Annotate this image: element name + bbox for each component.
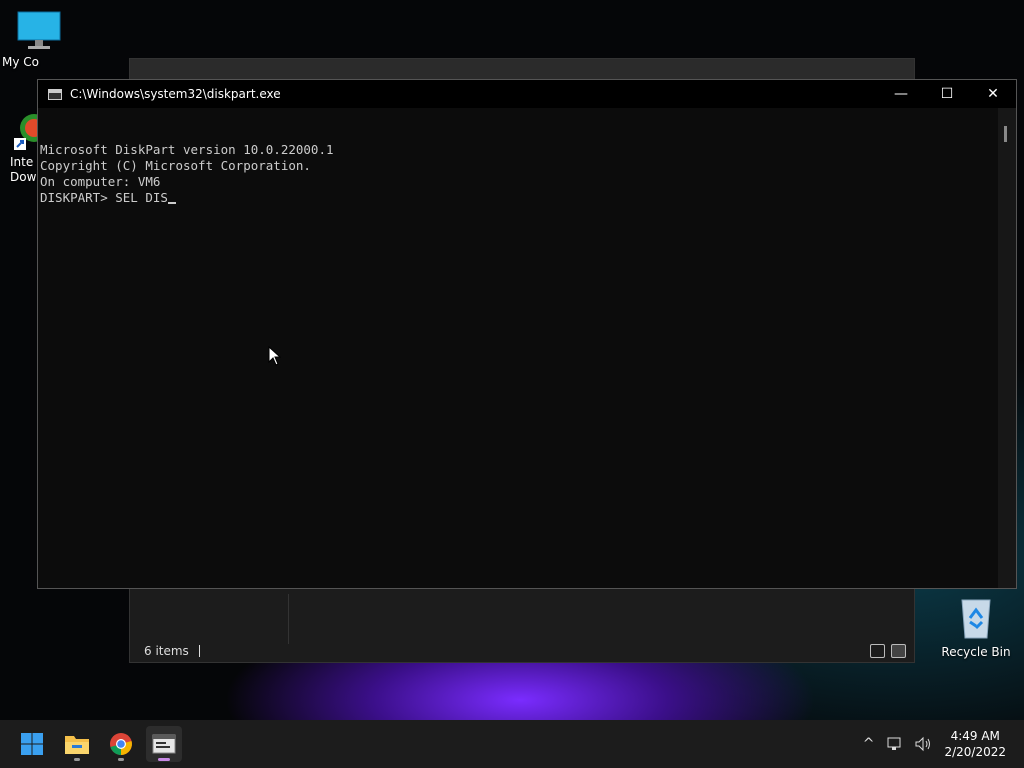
file-explorer-icon <box>65 736 89 754</box>
navigation-pane-divider <box>288 594 289 644</box>
app-shortcut-icon <box>14 114 40 150</box>
console-scrollbar[interactable] <box>998 108 1016 588</box>
taskbar-diskpart[interactable] <box>146 726 182 762</box>
explorer-status-bar: 6 items <box>144 644 200 658</box>
console-output[interactable]: Microsoft DiskPart version 10.0.22000.1 C… <box>38 108 998 588</box>
console-title-bar[interactable]: C:\Windows\system32\diskpart.exe <box>38 80 1016 108</box>
minimize-button[interactable]: — <box>878 80 924 108</box>
desktop-icon-label: My Co <box>2 55 39 69</box>
taskbar: ^ 4:49 AM 2/20/2022 <box>0 720 1024 768</box>
chrome-icon <box>110 733 132 755</box>
details-view-icon[interactable] <box>870 644 885 658</box>
maximize-button[interactable]: ☐ <box>924 80 970 108</box>
desktop-icon-my-computer[interactable]: My Co <box>0 10 78 69</box>
status-separator <box>198 645 200 657</box>
close-button[interactable]: ✕ <box>970 80 1016 108</box>
windows-start-icon <box>21 733 43 755</box>
clock-date: 2/20/2022 <box>944 745 1006 759</box>
desktop-icon-label: Inte Dow <box>10 155 37 184</box>
console-line: Microsoft DiskPart version 10.0.22000.1 <box>40 142 334 157</box>
text-caret <box>167 202 176 204</box>
console-line: Copyright (C) Microsoft Corporation. <box>40 158 311 173</box>
large-icons-view-icon[interactable] <box>891 644 906 658</box>
scrollbar-thumb[interactable] <box>1004 126 1007 142</box>
minimize-icon: — <box>894 86 908 102</box>
active-indicator <box>158 758 170 761</box>
show-hidden-icons-chevron-icon[interactable]: ^ <box>863 736 875 752</box>
network-icon[interactable] <box>886 736 902 752</box>
desktop-icon-recycle-bin[interactable]: Recycle Bin <box>940 596 1012 659</box>
volume-icon[interactable] <box>914 736 932 752</box>
maximize-icon: ☐ <box>940 86 954 102</box>
desktop-icon-label: Recycle Bin <box>941 645 1011 659</box>
recycle-bin-icon <box>961 599 991 639</box>
console-title: C:\Windows\system32\diskpart.exe <box>70 87 281 101</box>
console-line: On computer: VM6 <box>40 174 161 189</box>
desktop-icon-internet-download[interactable]: Inte Dow <box>10 112 40 185</box>
close-icon: ✕ <box>987 86 999 102</box>
console-app-icon <box>48 88 62 100</box>
diskpart-console-icon <box>152 734 176 754</box>
console-prompt-line[interactable]: DISKPART> SEL DIS <box>40 190 998 206</box>
item-count: 6 items <box>144 644 189 658</box>
console-line: DISKPART> SEL DIS <box>40 190 168 205</box>
clock-time: 4:49 AM <box>950 729 1000 743</box>
monitor-icon <box>17 11 61 49</box>
mouse-pointer-icon <box>268 346 282 366</box>
clock[interactable]: 4:49 AM 2/20/2022 <box>944 728 1006 760</box>
view-toggle-group <box>870 644 906 658</box>
running-indicator <box>74 758 80 761</box>
start-button[interactable] <box>14 726 50 762</box>
taskbar-chrome[interactable] <box>103 726 139 762</box>
taskbar-file-explorer[interactable] <box>59 726 95 762</box>
diskpart-console-window[interactable]: C:\Windows\system32\diskpart.exe — ☐ ✕ M… <box>37 79 1017 589</box>
system-tray: ^ 4:49 AM 2/20/2022 <box>863 720 1024 768</box>
running-indicator <box>118 758 124 761</box>
